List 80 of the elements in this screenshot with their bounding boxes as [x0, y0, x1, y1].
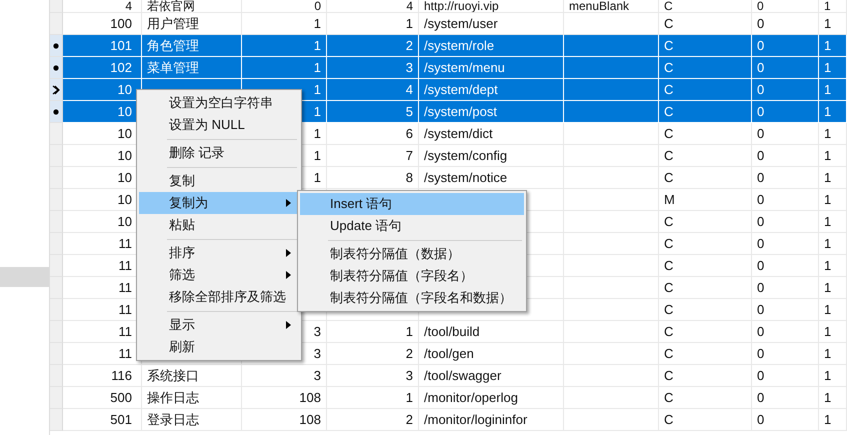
table-cell: /system/dict — [419, 123, 564, 145]
table-cell: 1 — [819, 145, 847, 167]
table-cell: C — [659, 277, 752, 299]
table-cell: /system/notice — [419, 167, 564, 189]
table-cell: /tool/build — [419, 321, 564, 343]
table-cell: 1 — [327, 387, 419, 409]
table-cell: C — [659, 0, 752, 13]
table-cell: 0 — [752, 409, 819, 431]
table-cell: 4 — [63, 0, 142, 13]
table-cell: C — [659, 233, 752, 255]
table-cell: C — [659, 365, 752, 387]
table-cell: 5 — [327, 101, 419, 123]
table-cell: 1 — [819, 343, 847, 365]
table-cell: 操作日志 — [142, 387, 242, 409]
table-cell: 0 — [752, 277, 819, 299]
table-cell: 3 — [327, 365, 419, 387]
table-cell: C — [659, 387, 752, 409]
table-cell: 116 — [63, 365, 142, 387]
table-cell: 8 — [327, 167, 419, 189]
table-cell: /monitor/operlog — [419, 387, 564, 409]
table-cell: 1 — [819, 365, 847, 387]
table-cell: 3 — [242, 365, 327, 387]
table-cell: 1 — [819, 211, 847, 233]
table-cell: 0 — [752, 233, 819, 255]
table-cell: 1 — [819, 101, 847, 123]
table-cell: 0 — [752, 189, 819, 211]
table-cell: 1 — [819, 123, 847, 145]
table-cell: 0 — [752, 211, 819, 233]
table-cell: C — [659, 409, 752, 431]
table-cell: /tool/gen — [419, 343, 564, 365]
table-cell: /system/post — [419, 101, 564, 123]
table-cell: 108 — [242, 409, 327, 431]
table-cell: 系统接口 — [142, 365, 242, 387]
table-cell: C — [659, 255, 752, 277]
table-cell: C — [659, 321, 752, 343]
table-cell: M — [659, 189, 752, 211]
table-cell: /monitor/logininfor — [419, 409, 564, 431]
table-cell: C — [659, 299, 752, 321]
table-cell: 1 — [327, 321, 419, 343]
table-cell: 1 — [819, 409, 847, 431]
table-cell: C — [659, 123, 752, 145]
table-cell: 0 — [752, 255, 819, 277]
table-cell: 108 — [242, 387, 327, 409]
table-cell: 登录日志 — [142, 409, 242, 431]
table-cell: 4 — [327, 0, 419, 13]
table-cell: 1 — [819, 387, 847, 409]
table-cell: 0 — [752, 167, 819, 189]
table-cell: 0 — [242, 0, 327, 13]
table-cell: 7 — [327, 145, 419, 167]
table-cell: 1 — [819, 277, 847, 299]
table-cell: 若依官网 — [142, 0, 242, 13]
table-cell: 0 — [752, 145, 819, 167]
table-cell: 1 — [819, 167, 847, 189]
table-cell: C — [659, 145, 752, 167]
table-cell: 0 — [752, 299, 819, 321]
table-cell: C — [659, 343, 752, 365]
table-cell: 1 — [819, 189, 847, 211]
table-cell: 0 — [752, 0, 819, 13]
table-cell: /system/config — [419, 145, 564, 167]
table-cell: 1 — [819, 321, 847, 343]
table-cell: 1 — [819, 299, 847, 321]
table-cell: /tool/swagger — [419, 365, 564, 387]
table-cell: 1 — [819, 0, 847, 13]
table-cell: 501 — [63, 409, 142, 431]
table-cell: 0 — [752, 365, 819, 387]
table-cell: C — [659, 167, 752, 189]
table-cell: 500 — [63, 387, 142, 409]
table-cell: 0 — [752, 387, 819, 409]
table-cell: 0 — [752, 321, 819, 343]
table-cell: menuBlank — [564, 0, 659, 13]
table-cell: 2 — [327, 343, 419, 365]
table-cell: C — [659, 211, 752, 233]
table-cell: 0 — [752, 343, 819, 365]
table-cell: 6 — [327, 123, 419, 145]
table-cell: 0 — [752, 123, 819, 145]
table-cell: 2 — [327, 409, 419, 431]
table-cell: 1 — [819, 233, 847, 255]
table-cell: C — [659, 101, 752, 123]
table-cell: 0 — [752, 101, 819, 123]
table-cell: 1 — [819, 255, 847, 277]
